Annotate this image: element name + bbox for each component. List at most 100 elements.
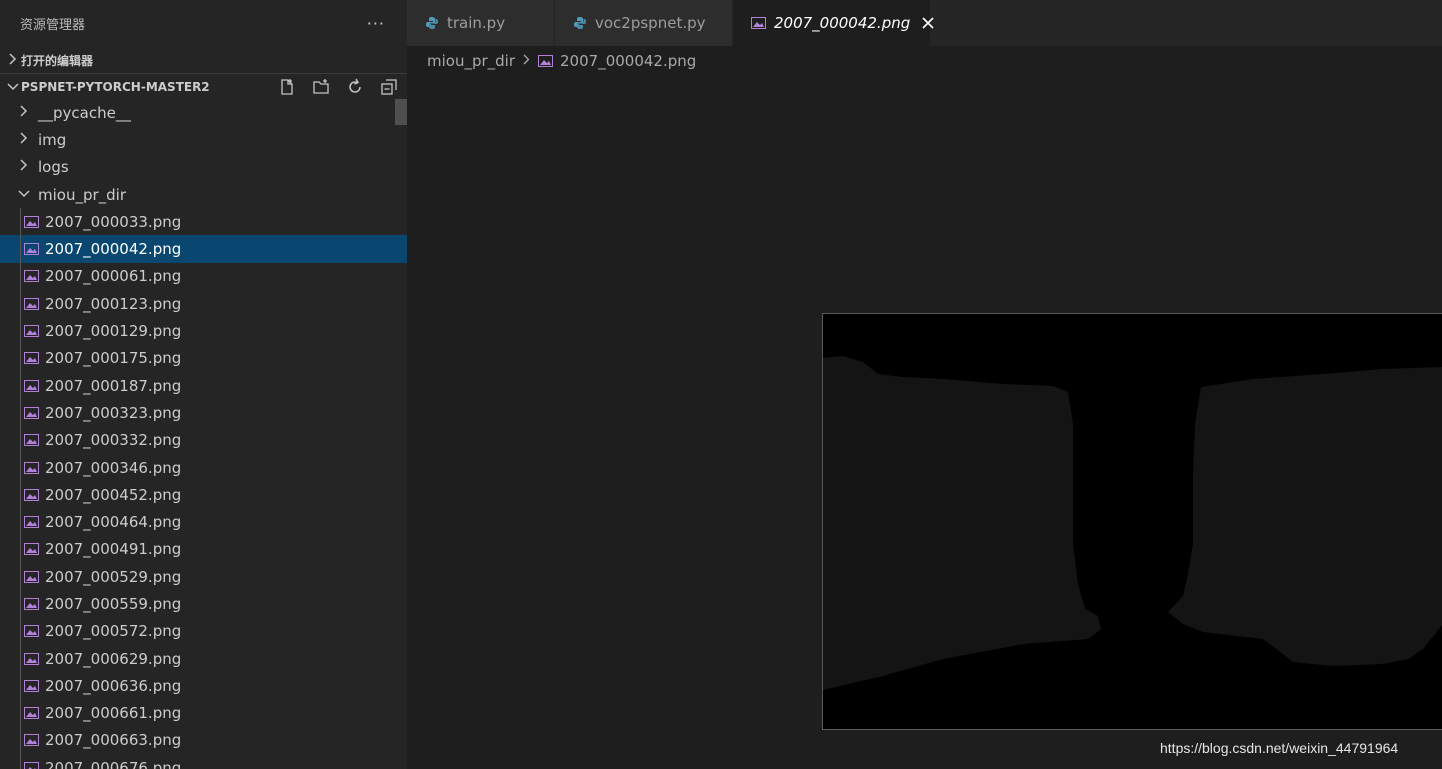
tab-label: voc2pspnet.py	[595, 14, 706, 32]
image-file-icon	[24, 488, 39, 501]
chevron-right-icon	[16, 159, 32, 175]
image-file-icon	[24, 679, 39, 692]
file-item[interactable]: 2007_000676.png	[0, 754, 407, 769]
collapse-all-icon[interactable]	[379, 77, 399, 97]
image-file-icon	[24, 406, 39, 419]
open-editors-section[interactable]: 打开的编辑器	[0, 47, 407, 73]
file-item[interactable]: 2007_000529.png	[0, 563, 407, 590]
file-item[interactable]: 2007_000452.png	[0, 481, 407, 508]
file-item[interactable]: 2007_000332.png	[0, 427, 407, 454]
image-file-icon	[24, 379, 39, 392]
file-item[interactable]: 2007_000033.png	[0, 208, 407, 235]
breadcrumb: miou_pr_dir 2007_000042.png	[427, 48, 696, 74]
file-item[interactable]: 2007_000346.png	[0, 454, 407, 481]
breadcrumb-separator-icon	[523, 54, 530, 69]
refresh-icon[interactable]	[345, 77, 365, 97]
python-icon	[425, 16, 439, 30]
explorer-header: 资源管理器 ···	[0, 0, 407, 47]
file-item[interactable]: 2007_000175.png	[0, 345, 407, 372]
folder-item[interactable]: logs	[0, 154, 407, 181]
file-item[interactable]: 2007_000187.png	[0, 372, 407, 399]
file-item[interactable]: 2007_000061.png	[0, 263, 407, 290]
folder-item[interactable]: img	[0, 126, 407, 153]
image-file-icon	[24, 570, 39, 583]
file-label: 2007_000529.png	[45, 567, 182, 586]
project-label: PSPNET-PYTORCH-MASTER2	[21, 79, 210, 94]
folder-label: miou_pr_dir	[38, 185, 127, 204]
file-label: 2007_000123.png	[45, 294, 182, 313]
image-file-icon	[24, 215, 39, 228]
segmentation-mask-image	[823, 314, 1442, 729]
sidebar-scrollbar[interactable]	[395, 99, 407, 125]
project-section[interactable]: PSPNET-PYTORCH-MASTER2	[0, 73, 407, 99]
image-file-icon	[24, 652, 39, 665]
image-file-icon	[24, 325, 39, 338]
image-file-icon	[24, 270, 39, 283]
image-file-icon	[24, 625, 39, 638]
file-label: 2007_000175.png	[45, 349, 182, 368]
chevron-right-icon	[16, 105, 32, 121]
tab-active[interactable]: 2007_000042.png	[733, 0, 934, 46]
image-file-icon	[751, 17, 766, 29]
close-icon[interactable]	[922, 14, 934, 33]
open-editors-label: 打开的编辑器	[21, 53, 94, 68]
file-item[interactable]: 2007_000491.png	[0, 536, 407, 563]
file-item[interactable]: 2007_000464.png	[0, 508, 407, 535]
chevron-down-icon	[6, 80, 20, 94]
folder-item[interactable]: __pycache__	[0, 99, 407, 126]
file-label: 2007_000572.png	[45, 622, 182, 641]
tab-inactive[interactable]: voc2pspnet.py	[555, 0, 733, 46]
image-file-icon	[24, 516, 39, 529]
tab-label: train.py	[447, 14, 506, 32]
watermark-url: https://blog.csdn.net/weixin_44791964	[1160, 740, 1399, 756]
file-item[interactable]: 2007_000629.png	[0, 645, 407, 672]
folder-label: __pycache__	[38, 103, 131, 122]
file-label: 2007_000663.png	[45, 731, 182, 750]
image-file-icon	[24, 243, 39, 256]
image-file-icon	[24, 734, 39, 747]
file-item[interactable]: 2007_000572.png	[0, 618, 407, 645]
file-item[interactable]: 2007_000123.png	[0, 290, 407, 317]
chevron-right-icon	[16, 132, 32, 148]
new-file-icon[interactable]	[277, 77, 297, 97]
file-label: 2007_000661.png	[45, 704, 182, 723]
file-label: 2007_000491.png	[45, 540, 182, 559]
breadcrumb-file[interactable]: 2007_000042.png	[560, 52, 696, 70]
file-item[interactable]: 2007_000323.png	[0, 399, 407, 426]
more-actions-icon[interactable]: ···	[367, 14, 385, 33]
python-icon	[573, 16, 587, 30]
editor-tabs: train.py voc2pspnet.py 2007_000042.png	[407, 0, 1442, 46]
new-folder-icon[interactable]	[311, 77, 331, 97]
image-preview	[822, 313, 1442, 730]
chevron-right-icon	[6, 52, 20, 68]
chevron-down-icon	[16, 187, 32, 202]
image-file-icon	[24, 543, 39, 556]
file-item[interactable]: 2007_000559.png	[0, 590, 407, 617]
explorer-title: 资源管理器	[20, 18, 86, 33]
folder-item[interactable]: miou_pr_dir	[0, 181, 407, 208]
file-item[interactable]: 2007_000129.png	[0, 317, 407, 344]
tab-label: 2007_000042.png	[774, 14, 911, 32]
file-item[interactable]: 2007_000636.png	[0, 672, 407, 699]
tab-inactive[interactable]: train.py	[407, 0, 555, 46]
file-item[interactable]: 2007_000663.png	[0, 727, 407, 754]
image-file-icon	[24, 461, 39, 474]
file-label: 2007_000559.png	[45, 594, 182, 613]
project-actions	[277, 77, 399, 97]
file-label: 2007_000452.png	[45, 485, 182, 504]
image-file-icon	[24, 597, 39, 610]
image-file-icon	[538, 55, 554, 67]
breadcrumb-folder[interactable]: miou_pr_dir	[427, 52, 515, 70]
image-file-icon	[24, 707, 39, 720]
file-item[interactable]: 2007_000661.png	[0, 700, 407, 727]
file-label: 2007_000636.png	[45, 676, 182, 695]
image-file-icon	[24, 761, 39, 769]
file-item-selected[interactable]: 2007_000042.png	[0, 235, 407, 263]
file-label: 2007_000346.png	[45, 458, 182, 477]
image-file-icon	[24, 297, 39, 310]
file-tree: __pycache__img logs miou_pr_dir 2007_000033…	[0, 99, 407, 769]
image-file-icon	[24, 434, 39, 447]
file-label: 2007_000061.png	[45, 267, 182, 286]
file-label: 2007_000187.png	[45, 376, 182, 395]
file-label: 2007_000323.png	[45, 403, 182, 422]
